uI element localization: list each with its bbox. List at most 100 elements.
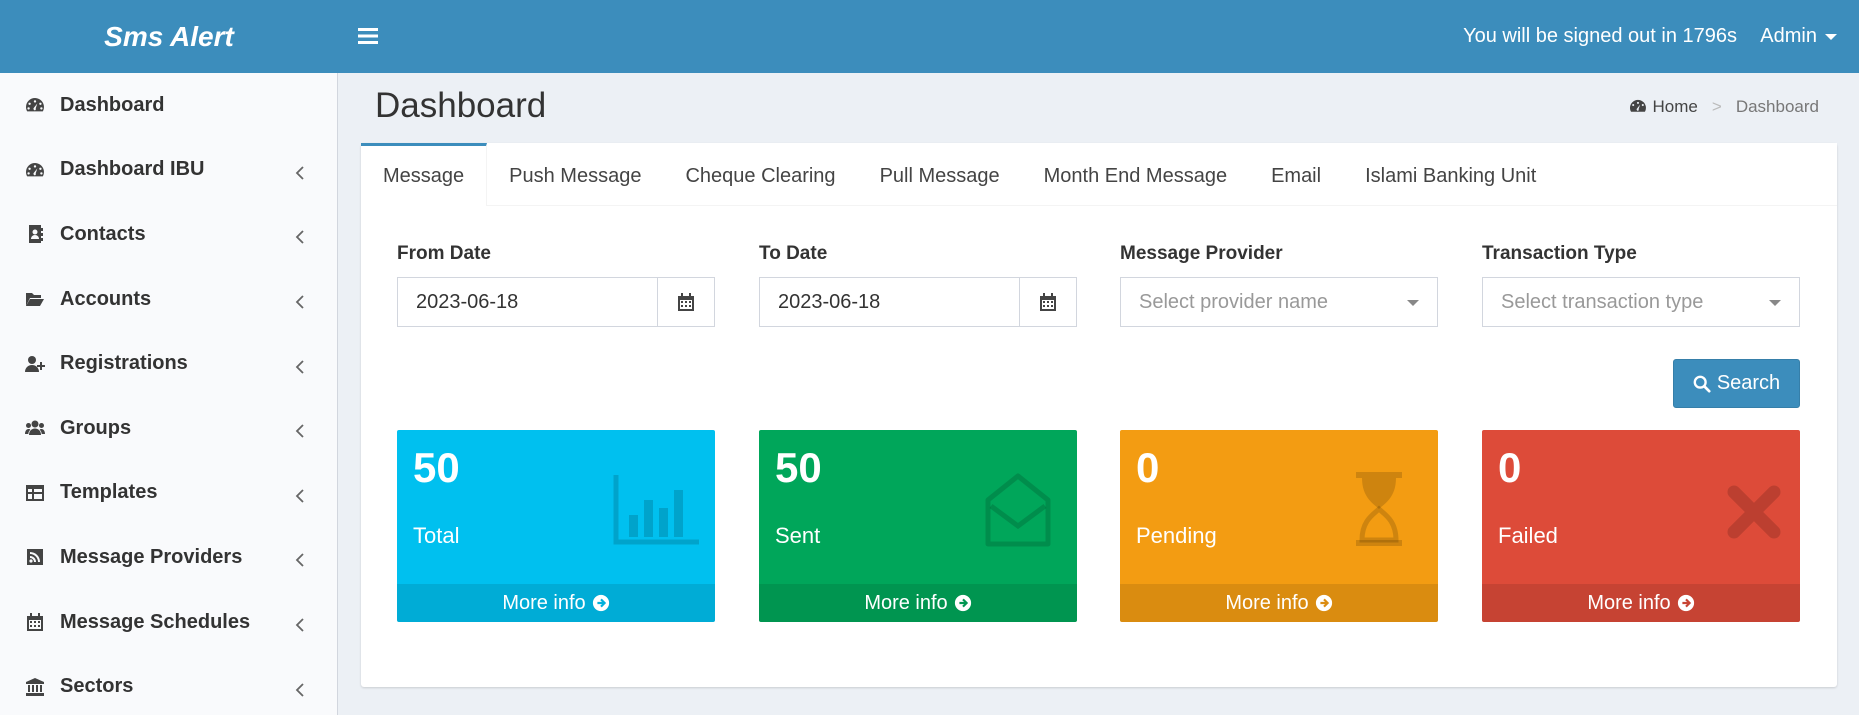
sidebar-item-message-providers[interactable]: Message Providers [0,525,337,590]
more-info-link[interactable]: More info [397,584,715,622]
sidebar-item-contacts[interactable]: Contacts [0,202,337,267]
sidebar-item-label: Groups [60,416,132,439]
breadcrumb-current: Dashboard [1735,97,1819,116]
provider-placeholder: Select provider name [1139,290,1328,313]
sidebar: Dashboard Dashboard IBU Contacts Account… [0,73,338,715]
chevron-left-icon [295,615,307,632]
stat-value: 0 [1498,444,1522,491]
envelope-open-icon [985,473,1051,547]
chevron-left-icon [295,486,307,503]
tab-bar: Message Push Message Cheque Clearing Pul… [361,143,1837,206]
dashboard-icon [24,159,46,181]
user-plus-icon [24,353,46,375]
sidebar-item-label: Templates [60,481,158,504]
caret-down-icon [1407,300,1419,306]
tab-cheque-clearing[interactable]: Cheque Clearing [663,143,857,206]
sidebar-item-dashboard[interactable]: Dashboard [0,73,337,138]
sidebar-item-accounts[interactable]: Accounts [0,267,337,332]
transaction-label: Transaction Type [1482,243,1637,264]
calendar-icon[interactable] [1019,278,1076,326]
breadcrumb-separator: > [1711,97,1722,116]
stat-value: 50 [413,444,460,491]
sidebar-item-label: Message Providers [60,545,243,568]
sidebar-item-label: Registrations [60,352,188,375]
stat-label: Failed [1498,523,1558,548]
chevron-left-icon [295,292,307,309]
stat-value: 50 [775,444,822,491]
sidebar-item-message-schedules[interactable]: Message Schedules [0,590,337,655]
chevron-left-icon [295,550,307,568]
app-logo[interactable]: Sms Alert [0,0,338,73]
sidebar-item-label: Dashboard [60,93,165,116]
sidebar-item-templates[interactable]: Templates [0,461,337,526]
sidebar-item-registrations[interactable]: Registrations [0,331,337,396]
stat-total: 50 Total More info [397,430,715,622]
search-button-label: Search [1716,372,1781,394]
arrow-circle-right-icon [592,594,609,612]
calendar-icon[interactable] [657,278,714,326]
more-info-link[interactable]: More info [759,584,1077,622]
session-timer: You will be signed out in 1796s [1463,25,1737,47]
tab-email[interactable]: Email [1249,143,1343,206]
stat-sent: 50 Sent More info [759,430,1077,622]
top-navbar: Sms Alert You will be signed out in 1796… [0,0,1859,73]
sidebar-item-sectors[interactable]: Sectors [0,654,337,715]
sidebar-item-groups[interactable]: Groups [0,396,337,461]
sidebar-item-label: Accounts [60,287,152,310]
page-title: Dashboard [375,86,547,125]
sidebar-item-label: Sectors [60,675,134,698]
sidebar-item-label: Contacts [60,222,146,245]
table-icon [24,482,46,504]
tab-islami-banking-unit[interactable]: Islami Banking Unit [1343,143,1558,206]
more-info-link[interactable]: More info [1482,584,1800,622]
search-icon [1693,375,1711,393]
stat-label: Total [413,523,460,548]
caret-down-icon [1769,300,1781,306]
to-date-field: 2023-06-18 [759,277,1077,327]
breadcrumb-home-label: Home [1652,97,1698,116]
stat-pending: 0 Pending More info [1120,430,1438,622]
hourglass-icon [1356,472,1402,546]
caret-down-icon [1825,33,1837,40]
arrow-circle-right-icon [1677,594,1694,612]
to-date-group: To Date 2023-06-18 [759,243,1077,327]
bank-icon [24,676,46,698]
tab-message[interactable]: Message [361,143,488,206]
user-menu-label: Admin [1760,25,1817,47]
more-info-link[interactable]: More info [1120,584,1438,622]
calendar-icon [24,611,46,633]
from-date-group: From Date 2023-06-18 [397,243,715,327]
chevron-left-icon [295,680,307,697]
rss-icon [24,546,46,568]
sidebar-item-label: Message Schedules [60,610,251,633]
transaction-group: Transaction Type Select transaction type [1482,243,1800,327]
from-date-field: 2023-06-18 [397,277,715,327]
sidebar-toggle-icon[interactable] [356,22,380,50]
users-icon [24,417,46,439]
search-button[interactable]: Search [1673,359,1800,408]
from-date-input[interactable]: 2023-06-18 [398,278,657,326]
stat-label: Sent [775,523,821,548]
transaction-placeholder: Select transaction type [1501,290,1704,313]
sidebar-item-dashboard-ibu[interactable]: Dashboard IBU [0,138,337,203]
tab-month-end-message[interactable]: Month End Message [1022,143,1249,206]
more-info-label: More info [864,591,948,614]
provider-group: Message Provider Select provider name [1120,243,1438,327]
transaction-select[interactable]: Select transaction type [1482,277,1800,327]
stat-label: Pending [1136,523,1217,548]
provider-label: Message Provider [1120,243,1283,264]
more-info-label: More info [1587,591,1671,614]
more-info-label: More info [1225,591,1309,614]
dashboard-icon [1629,99,1646,112]
breadcrumb-home[interactable]: Home [1629,97,1698,117]
sidebar-item-label: Dashboard IBU [60,158,205,181]
chevron-left-icon [295,163,307,180]
user-menu[interactable]: Admin [1760,0,1837,73]
tab-push-message[interactable]: Push Message [487,143,663,206]
to-date-input[interactable]: 2023-06-18 [760,278,1019,326]
stat-value: 0 [1136,444,1160,491]
chevron-left-icon [295,357,307,374]
tab-pull-message[interactable]: Pull Message [858,143,1022,206]
provider-select[interactable]: Select provider name [1120,277,1438,327]
stat-failed: 0 Failed More info [1482,430,1800,622]
